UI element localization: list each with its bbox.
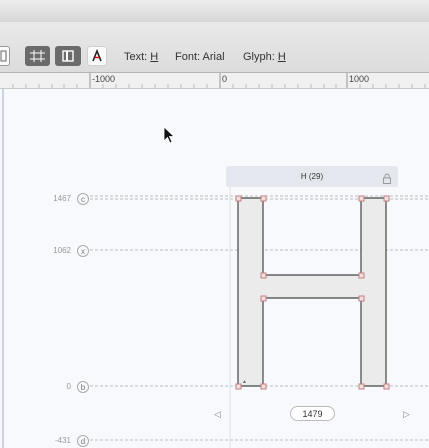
glyph-h-outline[interactable] bbox=[237, 197, 387, 387]
glyph-outline[interactable]: ▲ bbox=[0, 0, 429, 448]
start-point-marker: ▲ bbox=[242, 379, 247, 385]
mouse-cursor-icon bbox=[163, 126, 176, 144]
advance-width-field[interactable]: 1479 bbox=[290, 406, 335, 421]
right-sidebearing-arrow-icon[interactable]: ▷ bbox=[403, 409, 410, 420]
left-sidebearing-arrow-icon[interactable]: ◁ bbox=[214, 409, 221, 420]
